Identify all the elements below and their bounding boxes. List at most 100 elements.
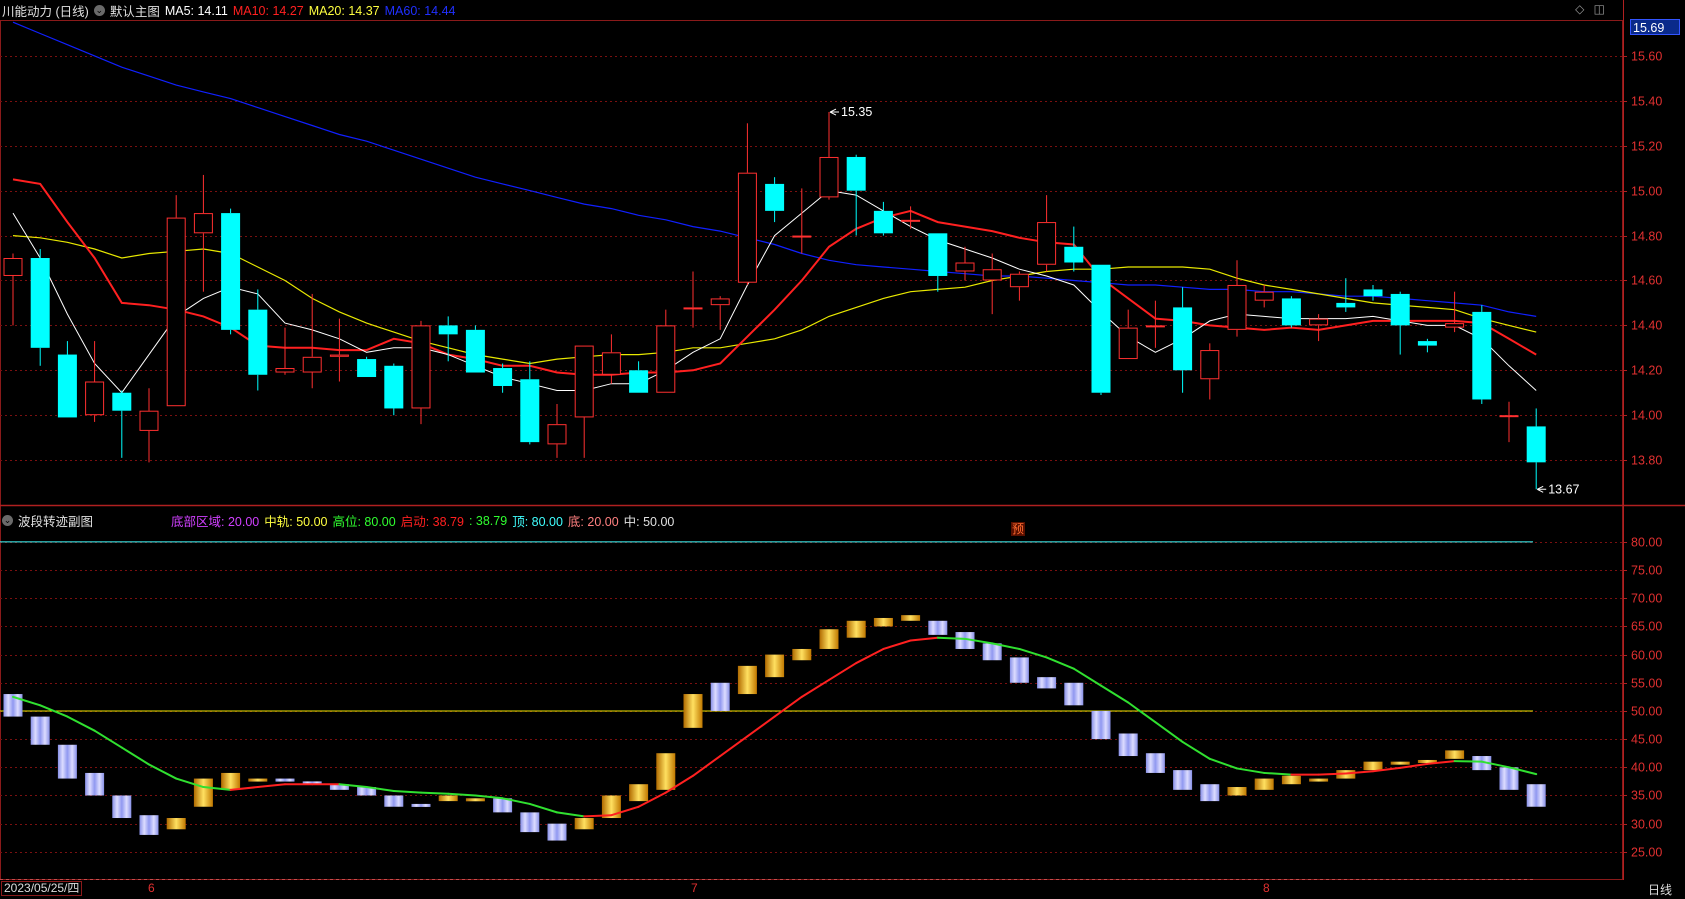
chevron-down-icon[interactable]: ⌄ — [93, 5, 105, 16]
oscillator-bar-up — [1281, 775, 1301, 785]
oscillator-bar-up — [873, 617, 893, 627]
candle — [1417, 338, 1437, 353]
oscillator-bar-down — [57, 744, 77, 779]
oscillator-bar-down — [1200, 784, 1220, 802]
legend-high-level: 高位: 80.00 — [332, 515, 396, 529]
oscillator-bar-up — [574, 818, 594, 830]
oscillator-line-segment — [692, 755, 722, 777]
ma20-legend: MA20: 14.37 — [308, 3, 380, 18]
y-tick-label: 45.00 — [1631, 733, 1662, 747]
candle — [493, 363, 513, 393]
sub-chart-title[interactable]: 波段转迹副图 — [18, 511, 93, 530]
candle-body — [193, 213, 213, 234]
candle-body — [765, 183, 785, 211]
candle-body — [1445, 323, 1465, 328]
candle-body — [85, 381, 105, 416]
oscillator-line-segment — [1100, 684, 1130, 704]
oscillator-bar-up — [792, 648, 812, 661]
candle-body — [1227, 284, 1247, 330]
candle — [1281, 296, 1301, 328]
y-tick-label: 14.20 — [1631, 364, 1662, 378]
oscillator-line-segment — [909, 636, 939, 642]
candle-body — [656, 325, 676, 393]
candle — [85, 341, 105, 422]
oscillator-line-segment — [1181, 740, 1211, 760]
oscillator-bar-up — [819, 629, 839, 649]
candle — [846, 154, 866, 236]
month-tick-6: 6 — [148, 881, 155, 895]
legend-bottom-zone: 底部区域: 20.00 — [171, 515, 260, 529]
candle-body — [1200, 350, 1220, 380]
candle-body — [3, 258, 23, 276]
candle-body — [302, 356, 322, 373]
oscillator-line-segment — [1154, 721, 1184, 743]
candle-body — [1390, 293, 1410, 326]
candle-body — [737, 172, 757, 283]
oscillator-bar-up — [1254, 778, 1274, 790]
ma5-legend: MA5: 14.11 — [164, 3, 228, 18]
y-tick-label: 14.80 — [1631, 230, 1662, 244]
y-tick-label: 60.00 — [1631, 649, 1662, 663]
candle — [3, 253, 23, 326]
y-tick-label: 13.80 — [1631, 454, 1662, 468]
oscillator-bar-down — [30, 716, 50, 745]
candle — [384, 363, 404, 416]
candle-body — [846, 156, 866, 191]
candle-body — [1472, 311, 1492, 400]
candle — [248, 289, 268, 391]
oscillator-bar-down — [1145, 753, 1165, 773]
y-tick-label: 50.00 — [1631, 705, 1662, 719]
period-label[interactable]: 日线 — [1648, 881, 1672, 898]
ma60-legend: MA60: 14.44 — [384, 3, 456, 18]
y-tick-label: 40.00 — [1631, 761, 1662, 775]
candle — [901, 206, 921, 229]
oscillator-bar-up — [846, 620, 866, 638]
candle — [928, 233, 948, 292]
candle-body — [1009, 273, 1029, 288]
main-chart-title[interactable]: 默认主图 — [110, 1, 160, 20]
candle-body — [1145, 325, 1165, 328]
candle — [737, 123, 757, 285]
candle — [1363, 284, 1383, 301]
candle — [193, 174, 213, 292]
oscillator-line-segment — [1045, 656, 1075, 670]
candle-body — [901, 219, 921, 222]
oscillator-bar-down — [982, 643, 1002, 661]
forecast-marker-label: 预 — [1012, 522, 1024, 536]
oscillator-bar-down — [275, 778, 295, 782]
candle-body — [221, 213, 241, 330]
current-price-tag: 15.69 — [1630, 19, 1680, 35]
oscillator-line-segment — [746, 715, 776, 738]
oscillator-line-segment — [1317, 772, 1347, 776]
oscillator-bar-down — [1064, 682, 1084, 706]
y-tick-label: 15.60 — [1631, 50, 1662, 64]
candle — [1227, 260, 1247, 337]
candle — [955, 246, 975, 281]
candle — [139, 388, 159, 463]
oscillator-line-segment — [1453, 760, 1483, 763]
candle-body — [1499, 415, 1519, 418]
candle-body — [683, 307, 703, 310]
oscillator-line-segment — [120, 746, 150, 766]
oscillator-line-segment — [800, 678, 830, 698]
oscillator-bar-up — [193, 778, 213, 807]
y-tick-label: 65.00 — [1631, 620, 1662, 634]
candle-body — [493, 368, 513, 386]
oscillator-bar-up — [656, 753, 676, 790]
candle-body — [1309, 318, 1329, 326]
candle-body — [465, 329, 485, 373]
oscillator-bar-down — [112, 795, 132, 819]
status-bar — [0, 880, 1685, 896]
chart-canvas[interactable]: 15.60 15.40 15.20 15.00 14.80 14.60 14.40 14.20… — [0, 0, 1685, 896]
candle-body — [1173, 307, 1193, 371]
candle — [1472, 305, 1492, 404]
candle-body — [30, 258, 50, 348]
diamond-icon[interactable]: ◇ — [1575, 2, 1584, 16]
candle-body — [1336, 302, 1356, 308]
stock-name[interactable]: 川能动力 (日线) — [2, 1, 89, 20]
chevron-down-icon[interactable]: ⌄ — [2, 515, 13, 526]
candle-body — [1037, 222, 1057, 265]
y-tick-label: 80.00 — [1631, 536, 1662, 550]
window-icon[interactable]: ◫ — [1594, 2, 1605, 16]
sub-chart-frame — [0, 505, 1623, 880]
